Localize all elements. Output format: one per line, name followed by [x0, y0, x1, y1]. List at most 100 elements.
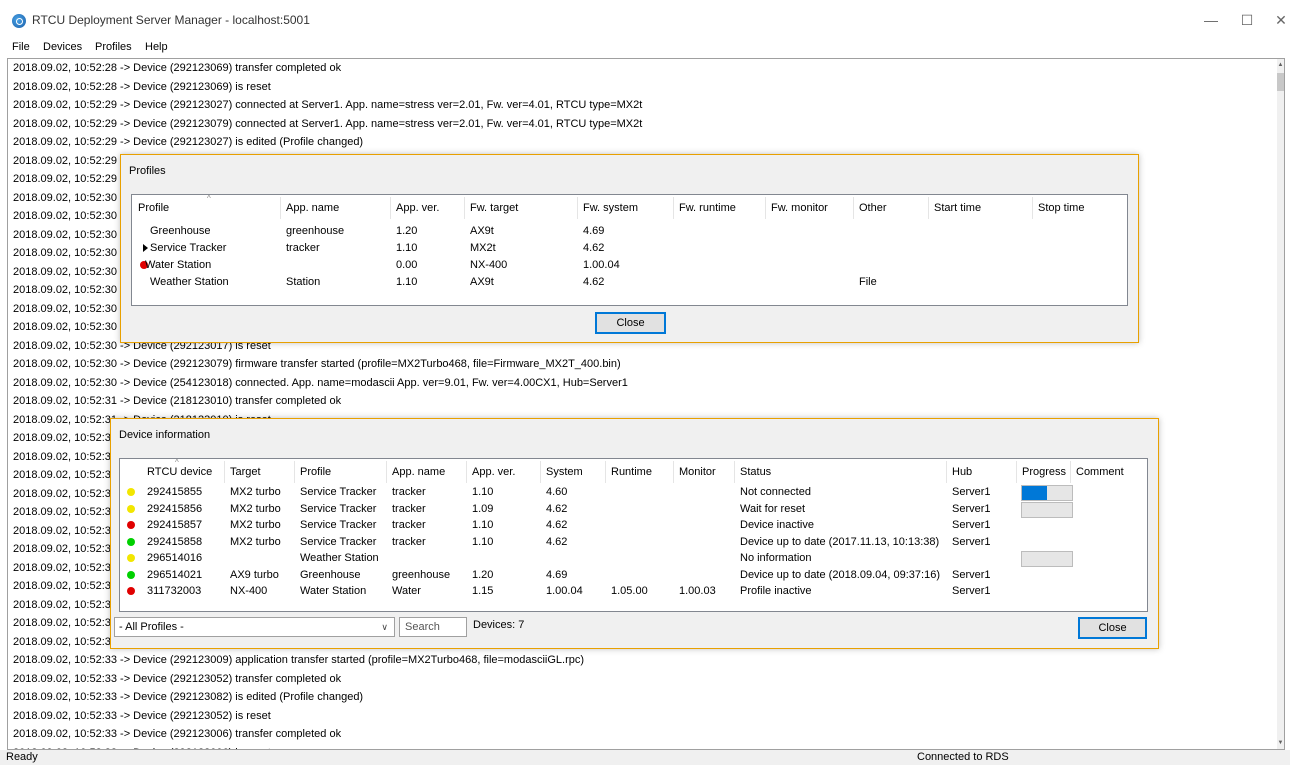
- device-cell: NX-400: [230, 585, 268, 597]
- column-header-progress[interactable]: Progress: [1022, 466, 1066, 478]
- menu-profiles[interactable]: Profiles: [95, 41, 132, 53]
- column-header-app-name[interactable]: App. name: [392, 466, 445, 478]
- column-header-profile[interactable]: Profile: [300, 466, 331, 478]
- current-row-arrow-icon: [143, 244, 148, 252]
- column-header-app-name[interactable]: App. name: [286, 202, 339, 214]
- column-header-fw-runtime[interactable]: Fw. runtime: [679, 202, 736, 214]
- search-input[interactable]: Search: [399, 617, 467, 637]
- profile-cell: 4.62: [583, 276, 605, 288]
- column-header-start-time[interactable]: Start time: [934, 202, 981, 214]
- column-header-system[interactable]: System: [546, 466, 583, 478]
- column-separator[interactable]: [765, 197, 766, 219]
- column-separator[interactable]: [294, 461, 295, 483]
- column-separator[interactable]: [540, 461, 541, 483]
- column-separator[interactable]: [464, 197, 465, 219]
- sort-caret-icon: ^: [207, 194, 211, 203]
- profiles-list[interactable]: Profile App. name App. ver. Fw. target Fw. s…: [131, 194, 1128, 306]
- column-separator[interactable]: [853, 197, 854, 219]
- scrollbar-thumb[interactable]: [1277, 73, 1284, 91]
- column-header-comment[interactable]: Comment: [1076, 466, 1124, 478]
- device-list[interactable]: RTCU device Target Profile App. name App. ve…: [119, 458, 1148, 612]
- scroll-down-icon[interactable]: ▼: [1277, 737, 1284, 749]
- column-header-stop-time[interactable]: Stop time: [1038, 202, 1084, 214]
- column-separator[interactable]: [280, 197, 281, 219]
- device-cell[interactable]: 292415857: [147, 517, 202, 533]
- column-separator[interactable]: [386, 461, 387, 483]
- maximize-button[interactable]: ☐: [1232, 10, 1262, 30]
- column-header-target[interactable]: Target: [230, 466, 261, 478]
- minimize-button[interactable]: —: [1196, 10, 1226, 30]
- device-cell[interactable]: 311732003: [147, 583, 201, 599]
- column-header-fw-system[interactable]: Fw. system: [583, 202, 638, 214]
- device-close-button[interactable]: Close: [1078, 617, 1147, 639]
- device-cell[interactable]: 292415855: [147, 484, 202, 500]
- title-bar: RTCU Deployment Server Manager - localho…: [0, 0, 1290, 40]
- log-line: 2018.09.02, 10:52:3: [13, 469, 111, 481]
- profile-cell[interactable]: Weather Station: [150, 274, 229, 290]
- progress-bar: [1021, 485, 1073, 501]
- progress-bar: [1021, 501, 1073, 518]
- column-header-profile[interactable]: Profile: [138, 202, 169, 214]
- column-separator[interactable]: [673, 197, 674, 219]
- column-header-fw-target[interactable]: Fw. target: [470, 202, 518, 214]
- vertical-scrollbar[interactable]: ▲ ▼: [1277, 59, 1284, 749]
- device-cell: Not connected: [740, 486, 811, 498]
- status-text: Ready: [6, 751, 38, 763]
- device-cell: 1.00.03: [679, 585, 716, 597]
- column-separator[interactable]: [1016, 461, 1017, 483]
- column-header-monitor[interactable]: Monitor: [679, 466, 716, 478]
- profile-cell[interactable]: Water Station: [145, 257, 211, 273]
- close-window-button[interactable]: ✕: [1266, 10, 1290, 30]
- window-title: RTCU Deployment Server Manager - localho…: [32, 13, 310, 27]
- column-header-rtcu-device[interactable]: RTCU device: [147, 466, 212, 478]
- device-cell[interactable]: 296514016: [147, 550, 202, 566]
- log-line: 2018.09.02, 10:52:33 -> Device (29212300…: [13, 728, 342, 740]
- profile-cell: AX9t: [470, 276, 494, 288]
- device-cell[interactable]: 292415856: [147, 501, 202, 517]
- column-separator[interactable]: [734, 461, 735, 483]
- column-header-hub[interactable]: Hub: [952, 466, 972, 478]
- connection-status: Connected to RDS: [917, 751, 1009, 763]
- column-separator[interactable]: [1032, 197, 1033, 219]
- column-separator[interactable]: [224, 461, 225, 483]
- column-separator[interactable]: [928, 197, 929, 219]
- log-line: 2018.09.02, 10:52:28 -> Device (29212306…: [13, 62, 342, 74]
- profile-cell[interactable]: Greenhouse: [150, 223, 211, 239]
- profile-cell: 4.69: [583, 225, 605, 237]
- column-separator[interactable]: [605, 461, 606, 483]
- profile-cell: MX2t: [470, 242, 496, 254]
- menu-file[interactable]: File: [12, 41, 30, 53]
- status-dot-icon: [127, 521, 135, 529]
- scroll-up-icon[interactable]: ▲: [1277, 59, 1284, 71]
- column-separator[interactable]: [673, 461, 674, 483]
- column-separator[interactable]: [1070, 461, 1071, 483]
- column-separator[interactable]: [466, 461, 467, 483]
- menu-devices[interactable]: Devices: [43, 41, 82, 53]
- chevron-down-icon[interactable]: ∨: [381, 618, 388, 636]
- column-header-app-ver[interactable]: App. ver.: [472, 466, 515, 478]
- log-line: 2018.09.02, 10:52:30 -: [13, 210, 124, 222]
- profile-filter-select[interactable]: - All Profiles - ∨: [114, 617, 395, 637]
- device-cell[interactable]: 296514021: [147, 567, 202, 583]
- column-header-runtime[interactable]: Runtime: [611, 466, 652, 478]
- menu-help[interactable]: Help: [145, 41, 168, 53]
- device-cell: Water Station: [300, 585, 367, 597]
- log-line: 2018.09.02, 10:52:28 -> Device (29212306…: [13, 80, 271, 93]
- log-line: 2018.09.02, 10:52:30 -> Device (25412301…: [13, 376, 628, 389]
- column-separator[interactable]: [946, 461, 947, 483]
- column-header-other[interactable]: Other: [859, 202, 887, 214]
- column-separator[interactable]: [390, 197, 391, 219]
- device-cell: 1.10: [472, 535, 494, 548]
- log-line: 2018.09.02, 10:52:30 -: [13, 228, 124, 241]
- device-cell[interactable]: 292415858: [147, 534, 202, 550]
- log-line: 2018.09.02, 10:52:3: [13, 543, 111, 555]
- log-line: 2018.09.02, 10:52:33 -> Device (29212305…: [13, 672, 342, 685]
- column-separator[interactable]: [577, 197, 578, 219]
- profile-cell[interactable]: Service Tracker: [150, 240, 226, 256]
- profiles-close-button[interactable]: Close: [595, 312, 666, 334]
- column-header-app-ver[interactable]: App. ver.: [396, 202, 439, 214]
- app-icon: [12, 14, 26, 28]
- column-header-fw-monitor[interactable]: Fw. monitor: [771, 202, 828, 214]
- column-header-status[interactable]: Status: [740, 466, 771, 478]
- log-line: 2018.09.02, 10:52:30 -: [13, 191, 124, 204]
